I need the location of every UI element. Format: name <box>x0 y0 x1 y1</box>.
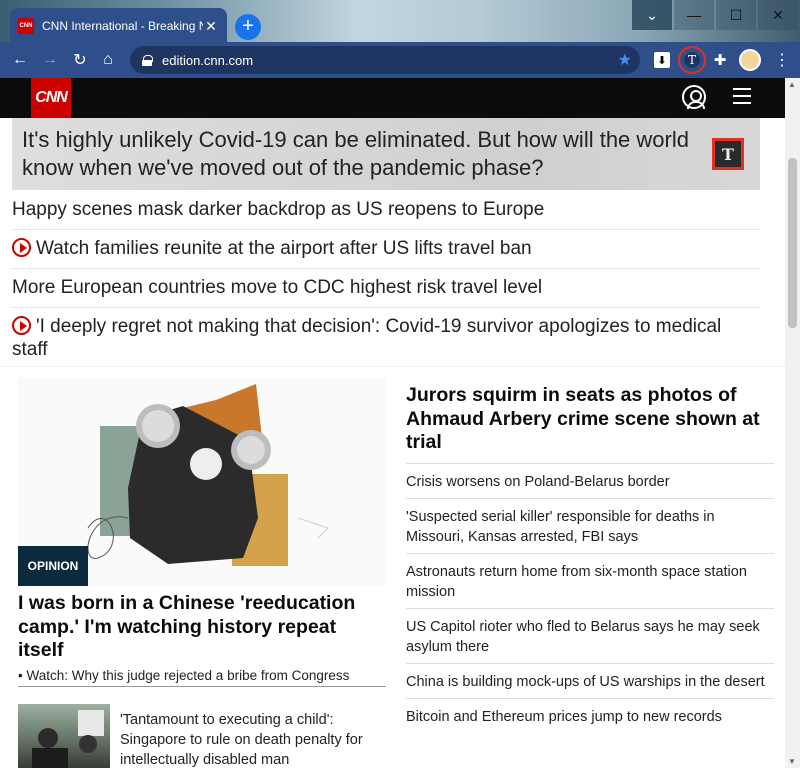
scroll-down-icon[interactable]: ▼ <box>788 757 796 766</box>
story-link[interactable]: Astronauts return home from six-month sp… <box>406 554 774 609</box>
story-thumbnail[interactable] <box>18 704 110 768</box>
hero-story[interactable]: It's highly unlikely Covid-19 can be eli… <box>12 118 760 190</box>
hamburger-menu-icon[interactable] <box>733 88 751 104</box>
story-link[interactable]: Bitcoin and Ethereum prices jump to new … <box>406 699 774 733</box>
headline-text[interactable]: Watch families reunite at the airport af… <box>36 238 532 259</box>
headline-list: Happy scenes mask darker backdrop as US … <box>12 191 760 369</box>
tab-title: CNN International - Breaking N <box>42 19 203 33</box>
headline-text[interactable]: More European countries move to CDC high… <box>12 277 542 298</box>
back-button[interactable]: ← <box>8 48 32 72</box>
bookmark-star-icon[interactable]: ★ <box>618 50 632 70</box>
headline-link[interactable]: Watch families reunite at the airport af… <box>12 230 760 269</box>
close-tab-icon[interactable]: ✕ <box>203 18 219 35</box>
right-lead-headline[interactable]: Jurors squirm in seats as photos of Ahma… <box>406 384 774 464</box>
tts-read-aloud-icon[interactable]: T <box>712 138 744 170</box>
story-link[interactable]: China is building mock-ups of US warship… <box>406 664 774 699</box>
protest-photo <box>32 710 104 768</box>
cnn-header: CNN <box>0 78 785 118</box>
page-viewport: CNN It's highly unlikely Covid-19 can be… <box>0 78 785 768</box>
pocket-icon: ⬇ <box>654 52 670 68</box>
video-play-icon <box>12 316 31 335</box>
headline-text[interactable]: Happy scenes mask darker backdrop as US … <box>12 199 544 220</box>
feature-related-link[interactable]: • Watch: Why this judge rejected a bribe… <box>18 668 386 687</box>
browser-tab[interactable]: CNN CNN International - Breaking N ✕ <box>10 8 227 44</box>
story-link[interactable]: US Capitol rioter who fled to Belarus sa… <box>406 609 774 664</box>
headline-link[interactable]: Happy scenes mask darker backdrop as US … <box>12 191 760 230</box>
new-tab-button[interactable]: + <box>235 14 261 40</box>
pocket-extension-button[interactable]: ⬇ <box>650 48 674 72</box>
text-to-speech-extension-button[interactable]: T <box>678 46 706 74</box>
tab-search-button[interactable]: ⌄ <box>632 0 672 30</box>
browser-titlebar: CNN CNN International - Breaking N ✕ + ⌄… <box>0 0 800 44</box>
page-scrollbar[interactable]: ▲ ▼ <box>785 78 800 768</box>
profile-avatar-button[interactable] <box>738 48 762 72</box>
headline-text[interactable]: 'I deeply regret not making that decisio… <box>12 316 721 360</box>
forward-button[interactable]: → <box>38 48 62 72</box>
story-link[interactable]: Crisis worsens on Poland-Belarus border <box>406 464 774 499</box>
user-account-icon[interactable] <box>682 85 706 109</box>
maximize-button[interactable]: ☐ <box>716 0 756 30</box>
headline-link[interactable]: 'I deeply regret not making that decisio… <box>12 308 760 369</box>
cnn-favicon-icon: CNN <box>18 18 34 34</box>
extensions-puzzle-icon[interactable]: ✚ <box>708 48 732 72</box>
url-text[interactable]: edition.cnn.com <box>162 53 618 68</box>
avatar <box>739 49 761 71</box>
section-divider <box>0 366 785 367</box>
browser-toolbar: ← → ↻ ⌂ edition.cnn.com ★ ⬇ T ✚ ⋮ <box>0 42 800 78</box>
headline-link[interactable]: More European countries move to CDC high… <box>12 269 760 308</box>
thumbnail-headline[interactable]: 'Tantamount to executing a child': Singa… <box>120 710 386 768</box>
scrollbar-thumb[interactable] <box>788 158 797 328</box>
hero-headline[interactable]: It's highly unlikely Covid-19 can be eli… <box>22 126 702 182</box>
top-stories-column: Jurors squirm in seats as photos of Ahma… <box>406 384 774 733</box>
feature-headline[interactable]: I was born in a Chinese 'reeducation cam… <box>18 592 386 663</box>
home-button[interactable]: ⌂ <box>96 48 120 72</box>
lock-icon[interactable] <box>142 54 153 66</box>
video-play-icon <box>12 238 31 257</box>
story-link[interactable]: 'Suspected serial killer' responsible fo… <box>406 499 774 554</box>
address-bar[interactable]: edition.cnn.com ★ <box>130 46 640 74</box>
minimize-button[interactable]: — <box>674 0 714 30</box>
scroll-up-icon[interactable]: ▲ <box>788 80 796 89</box>
cnn-logo[interactable]: CNN <box>31 78 71 118</box>
close-window-button[interactable]: ✕ <box>758 0 798 30</box>
browser-menu-icon[interactable]: ⋮ <box>770 48 794 72</box>
opinion-badge: OPINION <box>18 546 88 586</box>
tts-icon: T <box>684 52 700 68</box>
reload-button[interactable]: ↻ <box>68 48 92 72</box>
thumbnail-story[interactable]: 'Tantamount to executing a child': Singa… <box>18 704 386 768</box>
